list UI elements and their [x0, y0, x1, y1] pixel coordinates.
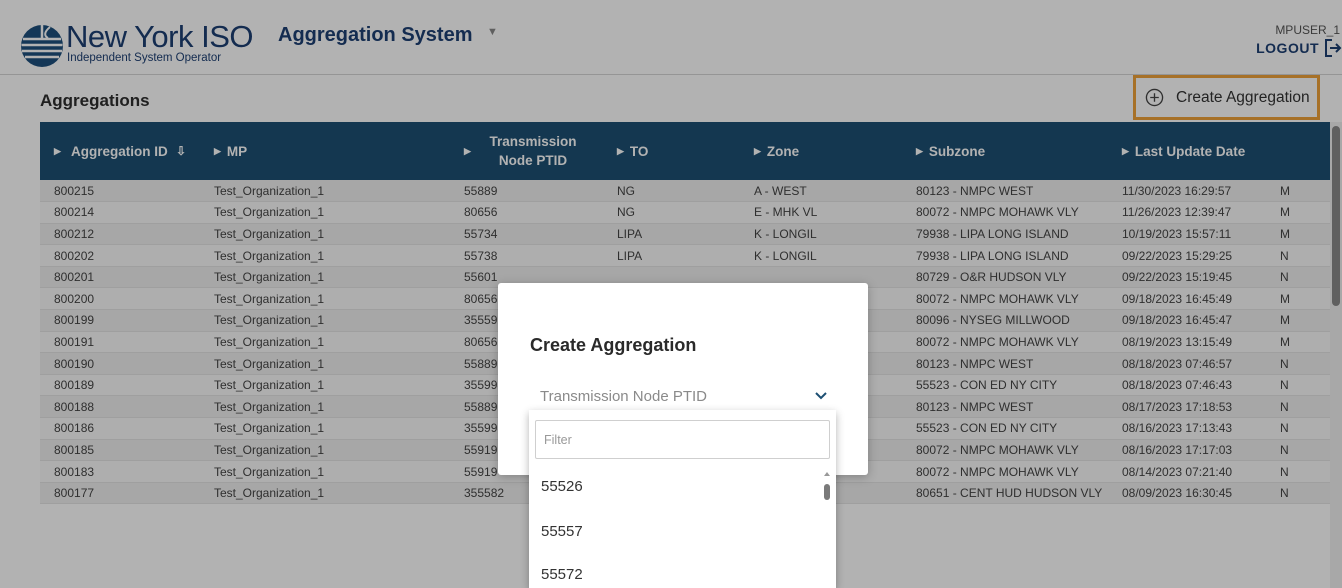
ptid-dropdown-list: 55526 55557 55572 — [529, 410, 836, 588]
dropdown-option[interactable]: 55526 — [541, 478, 583, 495]
select-placeholder: Transmission Node PTID — [540, 387, 707, 405]
modal-title: Create Aggregation — [530, 335, 697, 355]
transmission-node-ptid-select[interactable]: Transmission Node PTID — [530, 381, 838, 411]
chevron-down-icon[interactable] — [814, 391, 828, 401]
scroll-up-arrow-icon[interactable] — [823, 470, 831, 478]
dropdown-option[interactable]: 55572 — [541, 566, 583, 583]
dropdown-scrollbar-thumb[interactable] — [824, 484, 830, 500]
filter-input[interactable] — [535, 420, 830, 459]
dropdown-scrollbar[interactable] — [823, 470, 831, 588]
dropdown-option[interactable]: 55557 — [541, 523, 583, 540]
